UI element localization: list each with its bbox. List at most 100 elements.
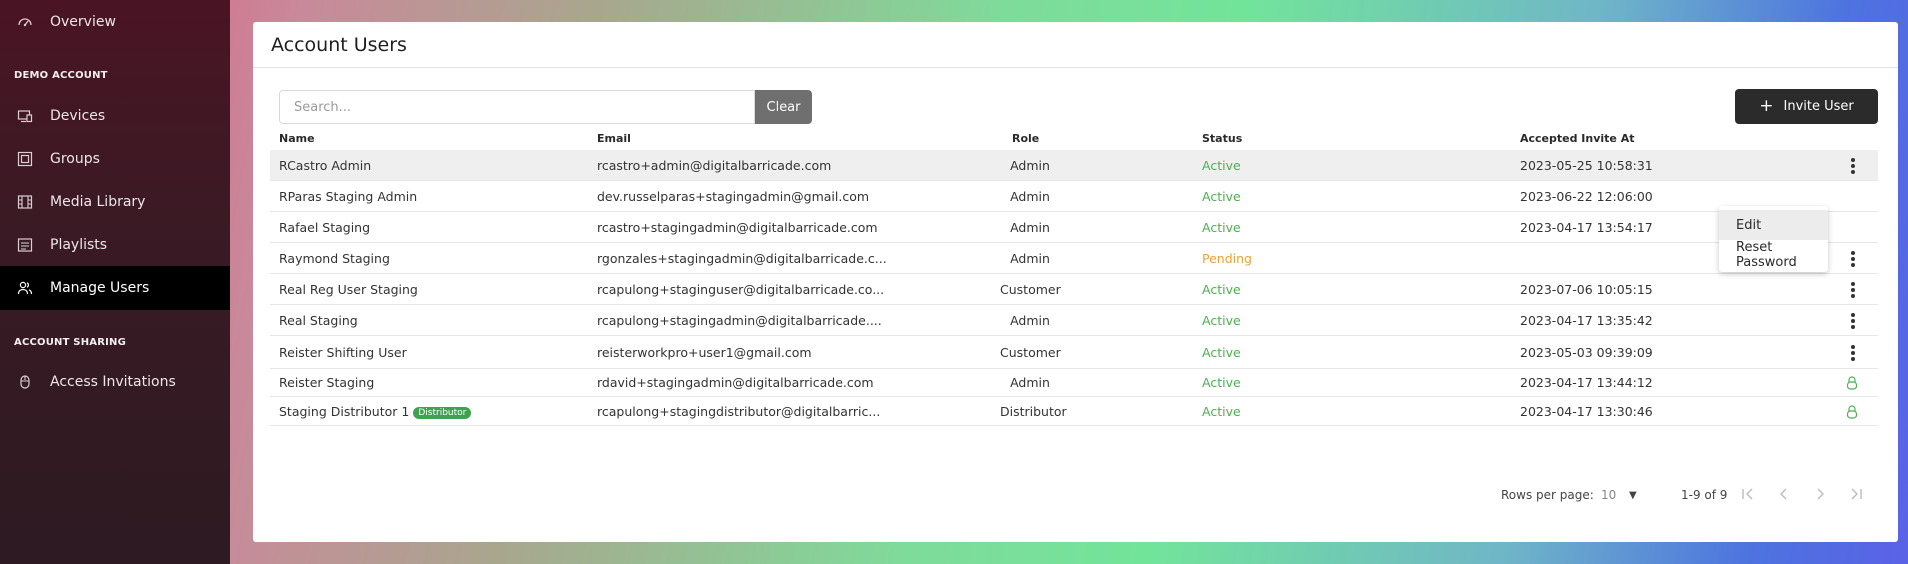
cell-role: Distributor [1000,404,1067,419]
section-title-demo-account: DEMO ACCOUNT [14,70,108,81]
invite-user-button[interactable]: + Invite User [1735,89,1878,124]
section-title-account-sharing: ACCOUNT SHARING [14,337,127,348]
table-row[interactable]: Real Reg User Staging rcapulong+stagingus… [270,274,1878,305]
more-actions-icon[interactable] [1845,343,1861,363]
next-page-icon[interactable] [1810,484,1830,504]
cell-accepted: 2023-05-25 10:58:31 [1520,158,1653,173]
sidebar-item-label: Overview [50,14,116,30]
sidebar-item-playlists[interactable]: Playlists [0,223,230,267]
cell-role: Admin [1010,375,1050,390]
sidebar-item-label: Playlists [50,237,108,253]
sidebar-item-overview[interactable]: Overview [0,0,230,44]
user-name: RCastro Admin [279,158,372,173]
table-row[interactable]: Staging Distributor 1 Distributor rcapulon… [270,397,1878,426]
table-row[interactable]: Reister Staging rdavid+stagingadmin@digit… [270,369,1878,397]
cell-status: Active [1202,282,1241,297]
cell-email: rcastro+admin@digitalbarricade.com [597,158,832,173]
cell-name: Rafael Staging [279,220,370,235]
cell-role: Admin [1010,189,1050,204]
clear-button[interactable]: Clear [755,90,812,124]
cell-accepted: 2023-04-17 13:44:12 [1520,375,1653,390]
column-header-status[interactable]: Status [1202,132,1242,145]
cell-name: RCastro Admin [279,158,371,173]
table-row[interactable]: Raymond Staging rgonzales+stagingadmin@di… [270,243,1878,274]
sidebar-item-groups[interactable]: Groups [0,137,230,181]
cell-status: Active [1202,313,1241,328]
cell-status: Active [1202,375,1241,390]
cell-role: Customer [1000,282,1061,297]
previous-page-icon[interactable] [1774,484,1794,504]
first-page-icon[interactable] [1738,484,1758,504]
table-row[interactable]: Rafael Staging rcastro+stagingadmin@digit… [270,212,1878,243]
users-icon [16,279,34,297]
cell-name: Real Reg User Staging [279,282,418,297]
cell-email: rgonzales+stagingadmin@digitalbarricade.… [597,251,887,266]
cell-status: Pending [1202,251,1252,266]
sidebar-item-label: Access Invitations [50,374,176,390]
mouse-icon [16,373,34,391]
cell-role: Admin [1010,251,1050,266]
cell-role: Admin [1010,158,1050,173]
cell-role: Customer [1000,345,1061,360]
account-users-panel: Account Users Clear + Invite User Name E… [253,22,1898,542]
cell-accepted: 2023-05-03 09:39:09 [1520,345,1653,360]
search-input[interactable] [280,91,754,123]
lock-icon [1846,376,1858,393]
menu-item-reset-password[interactable]: Reset Password [1719,240,1828,270]
rows-per-page-select[interactable]: 10 [1601,488,1616,502]
user-name: RParas Staging Admin [279,189,418,204]
column-header-email[interactable]: Email [597,132,631,145]
user-name: Real Staging [279,313,358,328]
sidebar-item-access-invitations[interactable]: Access Invitations [0,360,230,404]
sidebar-item-devices[interactable]: Devices [0,94,230,138]
cell-name: RParas Staging Admin [279,189,417,204]
page-range: 1-9 of 9 [1681,488,1728,502]
cell-name: Real Staging [279,313,358,328]
column-header-name[interactable]: Name [279,132,315,145]
column-header-accepted-invite-at[interactable]: Accepted Invite At [1520,132,1635,145]
cell-email: rcapulong+staginguser@digitalbarricade.c… [597,282,885,297]
sidebar-item-label: Media Library [50,194,146,210]
sidebar: Overview DEMO ACCOUNT Devices Groups Med… [0,0,230,564]
table-row[interactable]: RCastro Admin rcastro+admin@digitalbarric… [270,150,1878,181]
cell-status: Active [1202,189,1241,204]
cell-name: Staging Distributor 1 Distributor [279,404,472,419]
plus-icon: + [1759,96,1774,116]
rows-per-page-label: Rows per page: [1501,488,1594,502]
column-header-role[interactable]: Role [1012,132,1039,145]
more-actions-icon[interactable] [1845,249,1861,269]
user-name: Reister Shifting User [279,345,407,360]
table-row[interactable]: Reister Shifting User reisterworkpro+user… [270,336,1878,369]
sidebar-item-label: Devices [50,108,106,124]
last-page-icon[interactable] [1846,484,1866,504]
table-row[interactable]: Real Staging rcapulong+stagingadmin@digit… [270,305,1878,336]
table-row[interactable]: RParas Staging Admin dev.russelparas+stag… [270,181,1878,212]
devices-icon [16,107,34,125]
cell-status: Active [1202,345,1241,360]
cell-name: Reister Staging [279,375,374,390]
user-name: Reister Staging [279,375,375,390]
groups-icon [16,150,34,168]
playlist-icon [16,236,34,254]
cell-email: rcastro+stagingadmin@digitalbarricade.co… [597,220,878,235]
panel-header: Account Users [253,22,1898,68]
more-actions-icon[interactable] [1845,311,1861,331]
user-name: Raymond Staging [279,251,390,266]
cell-role: Admin [1010,313,1050,328]
invite-user-label: Invite User [1783,99,1854,114]
distributor-badge: Distributor [413,407,472,419]
cell-accepted: 2023-04-17 13:35:42 [1520,313,1653,328]
cell-role: Admin [1010,220,1050,235]
more-actions-icon[interactable] [1845,280,1861,300]
row-actions-menu: Edit Reset Password [1719,206,1828,272]
menu-item-edit[interactable]: Edit [1719,210,1828,240]
cell-accepted: 2023-06-22 12:06:00 [1520,189,1653,204]
cell-accepted: 2023-07-06 10:05:15 [1520,282,1653,297]
sidebar-item-manage-users[interactable]: Manage Users [0,266,230,310]
cell-status: Active [1202,404,1241,419]
film-icon [16,193,34,211]
user-name: Staging Distributor 1 [279,404,410,419]
more-actions-icon[interactable] [1845,156,1861,176]
chevron-down-icon[interactable]: ▼ [1629,490,1637,501]
sidebar-item-media-library[interactable]: Media Library [0,180,230,224]
